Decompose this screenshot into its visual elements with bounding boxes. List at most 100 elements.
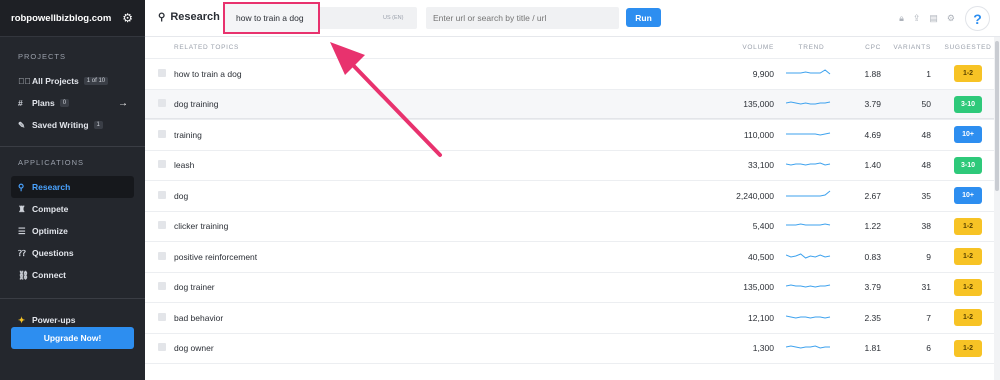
table-row[interactable]: leash 33,100 1.40 48 3-10 [145, 151, 994, 181]
trend-line [786, 69, 831, 75]
cpc-cell: 3.79 [864, 99, 881, 110]
sidebar-item-connect[interactable]: ⛓ Connect [11, 264, 134, 286]
table-body: how to train a dog 9,900 1.88 1 1-2 dog … [145, 59, 994, 364]
suggested-badge[interactable]: 1-2 [954, 278, 982, 296]
table-row[interactable]: positive reinforcement 40,500 0.83 9 1-2 [145, 242, 994, 273]
table-row[interactable]: dog owner 1,300 1.81 6 1-2 [145, 334, 994, 364]
brand-bar: robpowellbizblog.com ⚙ [0, 0, 145, 37]
row-checkbox[interactable] [158, 190, 166, 199]
run-button[interactable]: Run [626, 8, 661, 27]
suggested-badge[interactable]: 3-10 [954, 95, 982, 113]
topic-cell[interactable]: dog [174, 191, 694, 201]
table-row[interactable]: dog 2,240,000 2.67 35 10+ [145, 181, 994, 212]
scrollbar-thumb[interactable] [995, 41, 999, 191]
sidebar-item-questions[interactable]: ⁇ Questions [11, 242, 134, 264]
trend-sparkline [786, 284, 831, 288]
trend-sparkline [786, 253, 831, 259]
sidebar: robpowellbizblog.com ⚙ PROJECTS ▯⃦ All P… [0, 0, 145, 380]
topic-cell[interactable]: dog training [174, 99, 694, 109]
sidebar-item-label: Plans [32, 98, 55, 108]
trend-sparkline [786, 345, 830, 349]
topic-cell[interactable]: clicker training [174, 221, 694, 231]
row-checkbox[interactable] [158, 343, 166, 352]
trend-line [786, 223, 831, 226]
row-checkbox[interactable] [158, 160, 166, 169]
sidebar-item-label: Compete [32, 204, 69, 214]
sidebar-item-label: Questions [32, 248, 74, 258]
topic-cell[interactable]: bad behavior [174, 313, 694, 323]
row-checkbox[interactable] [158, 99, 166, 108]
sidebar-item-optimize[interactable]: ☰ Optimize [11, 220, 134, 242]
cpc-cell: 1.22 [864, 221, 881, 232]
search-input[interactable]: how to train a dog [236, 13, 304, 23]
row-checkbox[interactable] [158, 68, 166, 77]
sidebar-item-label: Power-ups [32, 315, 76, 325]
volume-cell: 2,240,000 [736, 190, 774, 201]
help-button[interactable]: ? [965, 6, 990, 31]
url-input[interactable] [426, 7, 619, 29]
row-checkbox[interactable] [158, 251, 166, 260]
suggested-badge[interactable]: 1-2 [954, 248, 982, 266]
sidebar-item-all-projects[interactable]: ▯⃦ All Projects 1 of 10 [11, 70, 134, 92]
column-header-topic[interactable]: RELATED TOPICS [174, 44, 694, 51]
sidebar-item-compete[interactable]: ♜ Compete [11, 198, 134, 220]
gear-icon[interactable]: ⚙ [947, 13, 955, 24]
table-row[interactable]: bad behavior 12,100 2.35 7 1-2 [145, 303, 994, 334]
suggested-badge[interactable]: 1-2 [954, 65, 982, 83]
workspace-name[interactable]: robpowellbizblog.com [11, 13, 111, 24]
volume-cell: 33,100 [748, 160, 774, 171]
search-icon: ⚲ [18, 181, 25, 192]
suggested-badge[interactable]: 1-2 [954, 339, 982, 357]
column-header-volume[interactable]: VOLUME [694, 44, 774, 51]
variants-cell: 1 [926, 68, 931, 79]
table-row[interactable]: dog training 135,000 3.79 50 3-10 [145, 89, 994, 120]
variants-cell: 7 [926, 312, 931, 323]
sidebar-item-research[interactable]: ⚲ Research [11, 176, 134, 198]
lock-icon[interactable]: 🔒︎ [899, 13, 904, 24]
sparkle-icon: ✦ [18, 314, 26, 325]
trend-sparkline [786, 162, 831, 166]
column-header-suggested[interactable]: SUGGESTED [931, 44, 993, 51]
table-row[interactable]: how to train a dog 9,900 1.88 1 1-2 [145, 59, 994, 90]
trend-line [786, 315, 831, 319]
projects-section-title: PROJECTS [18, 52, 67, 61]
cpc-cell: 2.35 [864, 312, 881, 323]
projects-count-badge: 1 of 10 [83, 77, 109, 85]
suggested-badge[interactable]: 10+ [954, 187, 982, 205]
plans-count-badge: 0 [59, 99, 70, 107]
export-icon[interactable]: ⇪ [913, 13, 921, 24]
suggested-badge[interactable]: 1-2 [954, 309, 982, 327]
column-header-cpc[interactable]: CPC [839, 44, 881, 51]
gear-icon[interactable]: ⚙ [122, 11, 133, 25]
cpc-cell: 3.79 [864, 282, 881, 293]
trend-sparkline [786, 132, 831, 136]
topic-cell[interactable]: leash [174, 160, 694, 170]
variants-cell: 31 [921, 282, 931, 293]
column-header-trend[interactable]: TREND [774, 44, 839, 51]
trend-line [786, 284, 831, 288]
sidebar-item-plans[interactable]: # Plans 0 → [11, 92, 134, 114]
trend-sparkline [786, 190, 831, 197]
suggested-badge[interactable]: 1-2 [954, 217, 982, 235]
table-row[interactable]: clicker training 5,400 1.22 38 1-2 [145, 212, 994, 242]
arrow-right-icon[interactable]: → [118, 98, 128, 109]
sidebar-item-saved-writing[interactable]: ✎ Saved Writing 1 [11, 114, 134, 136]
row-checkbox[interactable] [158, 129, 166, 138]
country-selector[interactable]: US (EN) [383, 15, 403, 21]
suggested-badge[interactable]: 10+ [954, 126, 982, 144]
row-checkbox[interactable] [158, 221, 166, 230]
scrollbar[interactable] [994, 37, 1000, 380]
row-checkbox[interactable] [158, 312, 166, 321]
topic-cell[interactable]: positive reinforcement [174, 252, 694, 262]
topic-cell[interactable]: training [174, 130, 694, 140]
topic-cell[interactable]: dog owner [174, 343, 694, 353]
column-header-variants[interactable]: VARIANTS [881, 44, 931, 51]
upgrade-button[interactable]: Upgrade Now! [11, 327, 134, 349]
topic-cell[interactable]: dog trainer [174, 282, 694, 292]
row-checkbox[interactable] [158, 282, 166, 291]
suggested-badge[interactable]: 3-10 [954, 156, 982, 174]
document-icon[interactable]: ▤ [929, 13, 938, 24]
table-row[interactable]: dog trainer 135,000 3.79 31 1-2 [145, 273, 994, 303]
table-row[interactable]: training 110,000 4.69 48 10+ [145, 120, 994, 151]
topic-cell[interactable]: how to train a dog [174, 69, 694, 79]
